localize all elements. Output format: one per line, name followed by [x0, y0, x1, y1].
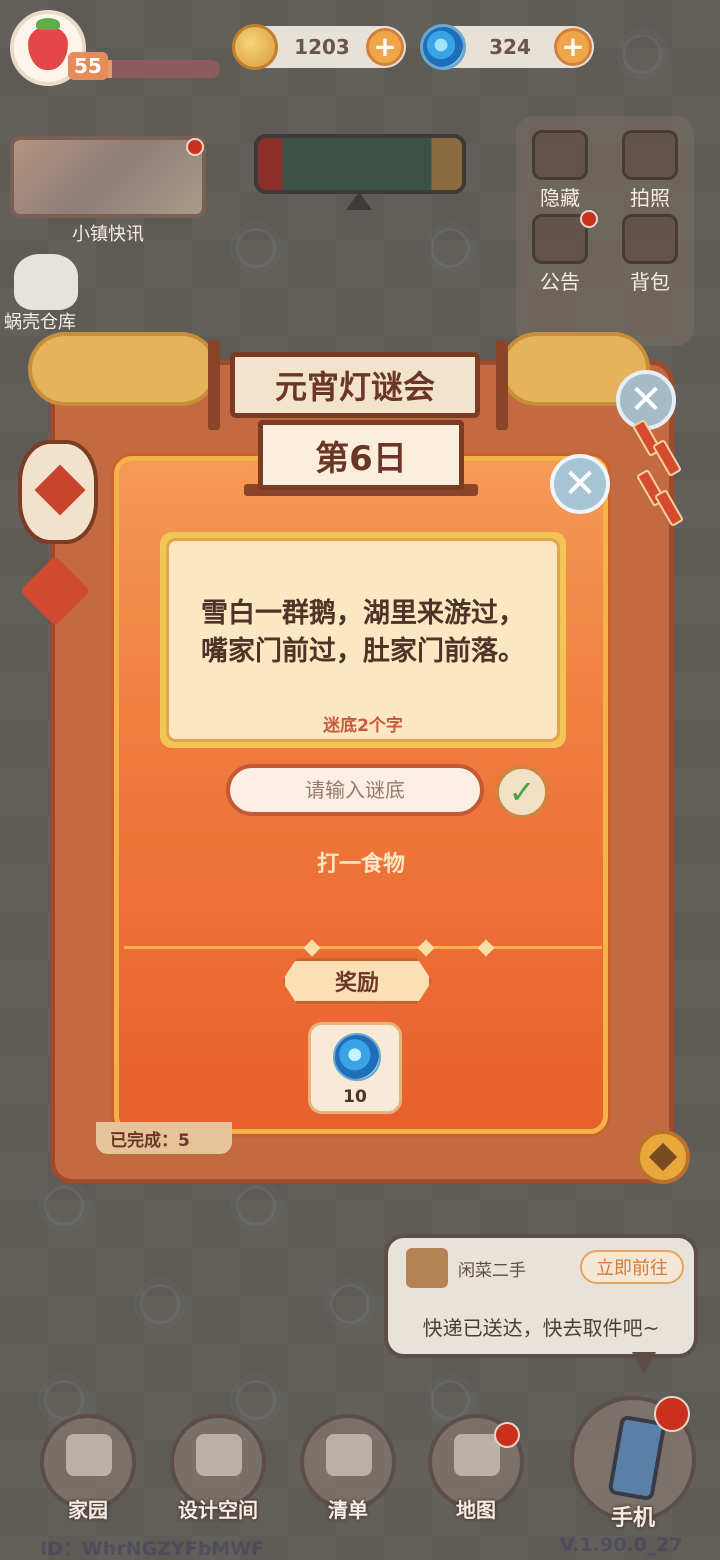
- nav-list-label: 清单: [328, 1498, 368, 1522]
- day-night-panel[interactable]: [254, 134, 466, 194]
- snail-storage-label: 蜗壳仓库: [4, 312, 76, 333]
- close-icon: ✕: [563, 461, 597, 507]
- news-alert-dot: [186, 138, 204, 156]
- riddle-answer-input[interactable]: [226, 764, 484, 816]
- level-badge: 55: [68, 52, 108, 80]
- add-shells-button[interactable]: +: [554, 28, 592, 66]
- notification-app-name: 闲菜二手: [458, 1261, 526, 1281]
- shell-swirl-icon: [420, 24, 466, 70]
- shell-swirl-icon: [333, 1033, 381, 1081]
- add-coins-button[interactable]: +: [366, 28, 404, 66]
- player-id: ID：WhrNGZYFbMWF: [40, 1538, 265, 1560]
- hide-button[interactable]: 隐藏: [520, 130, 600, 211]
- close-riddle-button[interactable]: ✕: [550, 454, 610, 514]
- firecrackers-icon: [631, 418, 688, 530]
- blueprint-ruler-icon: [196, 1434, 242, 1476]
- nav-phone-label: 手机: [610, 1506, 655, 1531]
- snail-storage-cat-icon[interactable]: [14, 254, 78, 310]
- strawberry-icon: [28, 18, 68, 70]
- notice-alert-dot: [580, 210, 598, 228]
- house-icon: [66, 1434, 112, 1476]
- sign-post: [208, 340, 220, 430]
- checkmark-icon: ✓: [508, 773, 536, 811]
- photo-button[interactable]: 拍照: [610, 130, 690, 211]
- nav-home-label: 家园: [68, 1498, 108, 1522]
- notice-label: 公告: [540, 270, 580, 294]
- answer-length-hint: 迷底2个字: [323, 716, 403, 736]
- list-quill-icon: [326, 1434, 372, 1476]
- coin-counter: 1203 +: [232, 24, 406, 70]
- photo-label: 拍照: [630, 186, 670, 210]
- lantern-decoration-icon: [18, 440, 98, 544]
- day-indicator: 第6日: [258, 420, 464, 490]
- notification-message: 快递已送达，快去取件吧~: [422, 1316, 660, 1340]
- riddle-text: 雪白一群鹅，湖里来游过， 嘴家门前过，肚家门前落。: [169, 595, 557, 671]
- reward-label: 奖励: [282, 958, 432, 1004]
- nav-list-button[interactable]: 清单: [300, 1414, 396, 1522]
- riddle-scroll: 雪白一群鹅，湖里来游过， 嘴家门前过，肚家门前落。 迷底2个字: [160, 532, 566, 748]
- coin-value: 1203: [294, 35, 350, 59]
- golden-cloud-decoration: [28, 332, 218, 406]
- event-title: 元宵灯谜会: [230, 352, 480, 418]
- completed-count: 已完成：5: [96, 1122, 232, 1154]
- map-pin-icon: [454, 1434, 500, 1476]
- sign-post: [496, 340, 508, 430]
- backpack-icon: [622, 214, 678, 264]
- shell-value: 324: [489, 35, 531, 59]
- coin-shop-icon[interactable]: [636, 1130, 690, 1184]
- nav-map-label: 地图: [456, 1498, 496, 1522]
- nav-design-label: 设计空间: [178, 1498, 258, 1522]
- frame-corners-icon: [532, 130, 588, 180]
- submit-answer-button[interactable]: ✓: [496, 766, 548, 818]
- package-icon: [406, 1248, 448, 1288]
- town-news-thumbnail[interactable]: [10, 136, 206, 218]
- app-version: V.1.90.0_27: [560, 1534, 683, 1556]
- notification-tail: [632, 1352, 656, 1374]
- phone-alert-dot: [654, 1396, 690, 1432]
- town-news-label: 小镇快讯: [72, 224, 144, 245]
- reward-count: 10: [343, 1087, 367, 1107]
- go-now-button[interactable]: 立即前往: [580, 1250, 684, 1284]
- panel-toggle-arrow-icon[interactable]: [346, 192, 372, 210]
- xp-progress-bar: [100, 60, 220, 78]
- delivery-notification[interactable]: 闲菜二手 立即前往 快递已送达，快去取件吧~: [384, 1234, 698, 1358]
- phone-icon: [607, 1414, 667, 1502]
- bag-label: 背包: [630, 270, 670, 294]
- riddle-line-1: 雪白一群鹅，湖里来游过，: [201, 598, 525, 629]
- reward-divider: [124, 946, 602, 949]
- map-alert-dot: [494, 1422, 520, 1448]
- nav-home-button[interactable]: 家园: [40, 1414, 136, 1522]
- camera-icon: [622, 130, 678, 180]
- coin-icon: [232, 24, 278, 70]
- reward-item[interactable]: 10: [308, 1022, 402, 1114]
- riddle-category: 打一食物: [316, 852, 405, 877]
- hide-label: 隐藏: [540, 186, 580, 210]
- riddle-line-2: 嘴家门前过，肚家门前落。: [201, 636, 525, 667]
- shell-counter: 324 +: [420, 24, 594, 70]
- close-icon: ✕: [629, 377, 663, 423]
- bag-button[interactable]: 背包: [610, 214, 690, 295]
- nav-design-button[interactable]: 设计空间: [170, 1414, 266, 1522]
